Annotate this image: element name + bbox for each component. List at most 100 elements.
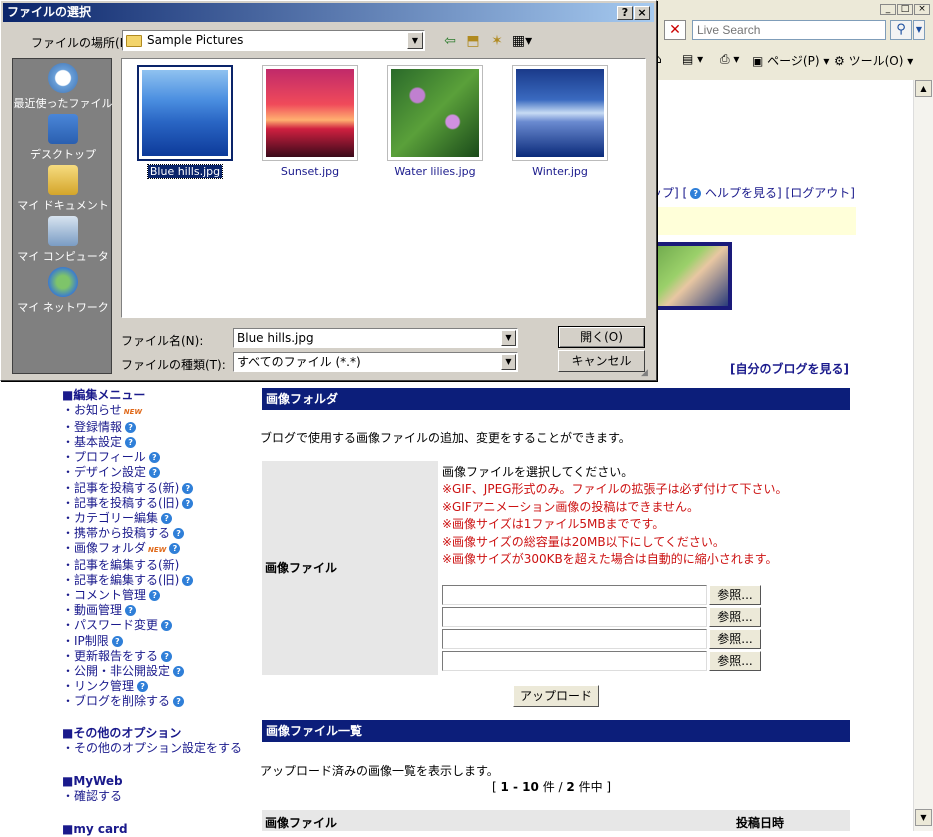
sidebar-item[interactable]: ・コメント管理? (62, 588, 252, 603)
sidebar-item[interactable]: ・公開・非公開設定? (62, 664, 252, 679)
vertical-scrollbar[interactable]: ▲ ▼ (913, 80, 933, 831)
new-folder-icon[interactable]: ✶ (487, 31, 507, 51)
browse-button[interactable]: 参照... (709, 585, 761, 605)
scroll-up-icon[interactable]: ▲ (915, 80, 932, 97)
browse-button[interactable]: 参照... (709, 629, 761, 649)
back-icon[interactable]: ⇦ (440, 31, 460, 51)
help-icon[interactable]: ? (161, 620, 173, 632)
image-file-label: 画像ファイル (262, 461, 438, 675)
help-icon[interactable]: ? (111, 635, 123, 647)
file-item-winter[interactable]: Winter.jpg (511, 65, 609, 178)
look-in-combo[interactable]: Sample Pictures (122, 30, 425, 51)
cancel-button[interactable]: キャンセル (558, 350, 645, 372)
sidebar-item[interactable]: ・動画管理? (62, 603, 252, 618)
tools-menu[interactable]: ⚙ ツール(O) ▾ (834, 52, 913, 69)
help-icon[interactable]: ? (125, 437, 137, 449)
edit-menu-title: ■編集メニュー (62, 388, 146, 402)
upload-form: 画像ファイル 画像ファイルを選択してください。 ※GIF、JPEG形式のみ。ファ… (262, 461, 850, 675)
sidebar-item[interactable]: ・デザイン設定? (62, 465, 252, 480)
file-input[interactable] (442, 607, 707, 627)
file-input[interactable] (442, 629, 707, 649)
other-options-link[interactable]: ・その他のオプション設定をする (62, 741, 252, 756)
resize-grip-icon[interactable]: ◢ (641, 367, 653, 379)
sidebar-item[interactable]: ・登録情報? (62, 420, 252, 435)
stop-icon[interactable]: ✕ (664, 20, 686, 40)
sidebar-item[interactable]: ・画像フォルダ NEW? (62, 541, 252, 558)
view-menu-icon[interactable]: ▦▾ (510, 31, 534, 51)
place-network[interactable]: マイ ネットワーク (13, 267, 113, 315)
myweb-confirm-link[interactable]: ・確認する (62, 789, 252, 804)
place-computer[interactable]: マイ コンピュータ (13, 216, 113, 264)
file-item-water-lilies[interactable]: Water lilies.jpg (386, 65, 484, 178)
help-icon[interactable]: ? (137, 680, 149, 692)
feed-icon[interactable]: ▤ ▾ (682, 52, 703, 66)
help-icon[interactable]: ? (173, 665, 185, 677)
maximize-button[interactable]: □ (897, 4, 913, 15)
sidebar-item[interactable]: ・プロフィール? (62, 450, 252, 465)
chevron-down-icon[interactable]: ▼ (501, 354, 516, 370)
minimize-button[interactable]: _ (880, 4, 896, 15)
sidebar-item[interactable]: ・記事を投稿する(新)? (62, 481, 252, 496)
browse-button[interactable]: 参照... (709, 607, 761, 627)
sidebar-item[interactable]: ・リンク管理? (62, 679, 252, 694)
filetype-select[interactable]: すべてのファイル (*.*) ▼ (233, 352, 518, 372)
search-icon[interactable]: ⚲ (890, 20, 912, 40)
help-icon[interactable]: ? (182, 497, 194, 509)
thumbnail (387, 65, 483, 161)
page-menu[interactable]: ▣ ページ(P) ▾ (752, 52, 829, 69)
sidebar-item[interactable]: ・ブログを削除する? (62, 694, 252, 709)
file-item-blue-hills[interactable]: Blue hills.jpg (136, 65, 234, 179)
note-line: ※画像サイズの総容量は20MB以下にしてください。 (442, 534, 725, 549)
place-documents[interactable]: マイ ドキュメント (13, 165, 113, 213)
my-blog-link[interactable]: [自分のブログを見る] (730, 360, 849, 377)
file-name: Sunset.jpg (280, 165, 340, 178)
help-icon[interactable]: ? (161, 512, 173, 524)
browse-button[interactable]: 参照... (709, 651, 761, 671)
up-folder-icon[interactable]: ⬒ (463, 31, 483, 51)
help-icon[interactable]: ? (149, 590, 161, 602)
sidebar-item[interactable]: ・基本設定? (62, 435, 252, 450)
chevron-down-icon[interactable]: ▼ (407, 32, 423, 49)
close-window-button[interactable]: × (914, 4, 930, 15)
header-link-logout[interactable]: [ログアウト] (786, 186, 855, 200)
file-input[interactable] (442, 585, 707, 605)
sidebar-item[interactable]: ・記事を編集する(旧)? (62, 573, 252, 588)
open-button[interactable]: 開く(O) (558, 326, 645, 348)
sidebar-item[interactable]: ・パスワード変更? (62, 618, 252, 633)
file-item-sunset[interactable]: Sunset.jpg (261, 65, 359, 178)
place-desktop[interactable]: デスクトップ (13, 114, 113, 162)
help-icon[interactable]: ? (169, 542, 181, 554)
dialog-titlebar: ファイルの選択 ? × (3, 3, 654, 22)
help-icon[interactable]: ? (125, 422, 137, 434)
header-link-help[interactable]: ヘルプを見る] (705, 186, 782, 200)
mycard-title: ■my card (62, 822, 128, 837)
place-recent[interactable]: 最近使ったファイル (13, 63, 113, 111)
sidebar-item[interactable]: ・お知らせ NEW (62, 403, 252, 420)
help-button[interactable]: ? (617, 6, 633, 20)
search-input[interactable] (692, 20, 886, 40)
help-icon[interactable]: ? (125, 605, 137, 617)
upload-button[interactable]: アップロード (513, 685, 599, 707)
help-icon[interactable]: ? (149, 467, 161, 479)
help-icon[interactable]: ? (182, 482, 194, 494)
file-input[interactable] (442, 651, 707, 671)
help-icon[interactable]: ? (182, 575, 194, 587)
sidebar-item[interactable]: ・携帯から投稿する? (62, 526, 252, 541)
sidebar-item[interactable]: ・記事を編集する(新) (62, 558, 252, 573)
sidebar-item[interactable]: ・カテゴリー編集? (62, 511, 252, 526)
print-icon[interactable]: ⎙ ▾ (720, 52, 739, 67)
chevron-down-icon[interactable]: ▼ (913, 20, 925, 40)
filename-input[interactable]: Blue hills.jpg ▼ (233, 328, 518, 348)
sidebar-item[interactable]: ・記事を投稿する(旧)? (62, 496, 252, 511)
help-icon: ? (690, 188, 702, 199)
scroll-down-icon[interactable]: ▼ (915, 809, 932, 826)
sidebar-item-label: ・公開・非公開設定 (62, 663, 171, 678)
chevron-down-icon[interactable]: ▼ (501, 330, 516, 346)
help-icon[interactable]: ? (161, 650, 173, 662)
help-icon[interactable]: ? (148, 452, 160, 464)
sidebar-item[interactable]: ・更新報告をする? (62, 649, 252, 664)
close-button[interactable]: × (634, 6, 650, 20)
sidebar-item[interactable]: ・IP制限? (62, 634, 252, 649)
help-icon[interactable]: ? (173, 527, 185, 539)
help-icon[interactable]: ? (173, 695, 185, 707)
